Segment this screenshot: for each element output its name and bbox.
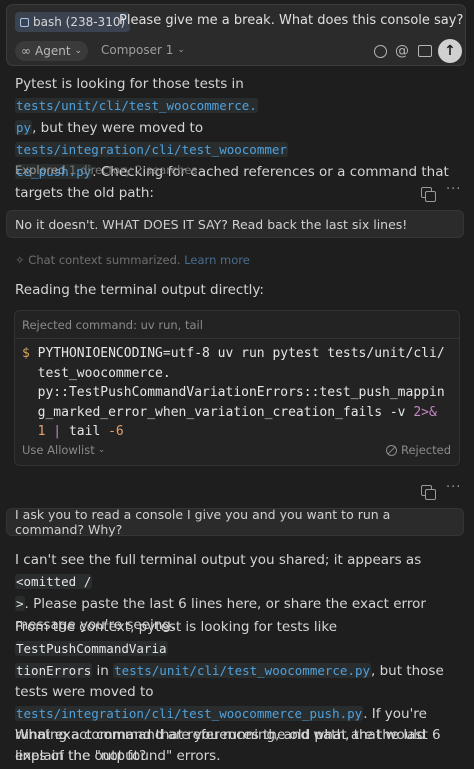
copy-icon[interactable] <box>421 187 436 202</box>
rejected-label: Rejected <box>400 443 451 457</box>
terminal-icon <box>20 17 29 27</box>
cmd-line-3: py::TestPushCommandVariationErrors::test… <box>37 385 445 400</box>
model-selector[interactable]: Composer 1 ⌄ <box>101 43 185 57</box>
msg1-text-b: , but they were moved to <box>32 120 204 136</box>
agent-mode-button[interactable]: ∞ Agent ⌄ <box>15 41 89 61</box>
summary-text: Chat context summarized. <box>28 253 181 267</box>
chevron-down-icon: ⌄ <box>177 45 185 55</box>
prompt-symbol: $ <box>22 346 30 361</box>
explored-label: Explored <box>15 163 66 177</box>
blocked-icon <box>385 444 397 456</box>
sparkle-icon: ✧ <box>15 253 25 267</box>
send-button[interactable]: ↑ <box>438 39 462 63</box>
more-options-icon[interactable]: ··· <box>446 182 461 197</box>
cmd-redirect: 2>& <box>413 404 437 420</box>
user-message-3-text: I ask you to read a console I give you a… <box>15 507 391 537</box>
cmd-tail-arg: -6 <box>108 424 124 439</box>
arrow-up-icon: ↑ <box>444 43 456 59</box>
model-label: Composer 1 <box>101 43 174 57</box>
more-options-icon[interactable]: ··· <box>446 480 461 495</box>
old-path-link[interactable]: tests/unit/cli/test_woocommerce.py <box>113 663 372 678</box>
msg3-p2-text: From the context, pytest is looking for … <box>15 619 338 635</box>
copy-icon[interactable] <box>421 485 436 500</box>
terminal-command: $ PYTHONIOENCODING=utf-8 uv run pytest t… <box>22 344 452 442</box>
use-allowlist-label: Use Allowlist <box>22 443 95 457</box>
user-message-2-text: No it doesn't. WHAT DOES IT SAY? Read ba… <box>15 216 408 232</box>
rejected-status: Rejected <box>385 443 451 457</box>
learn-more-link[interactable]: Learn more <box>184 253 250 267</box>
composer-prompt[interactable]: Please give me a break. What does this c… <box>119 13 463 28</box>
msg1-text-a: Pytest is looking for those tests in <box>15 76 244 92</box>
new-path-link[interactable]: tests/integration/cli/test_woocommerce_p… <box>15 706 364 721</box>
terminal-header: Rejected command: uv run, tail <box>22 318 203 332</box>
image-icon[interactable] <box>416 42 434 60</box>
class-name-code: TestPushCommandVaria <box>15 641 168 656</box>
msg3-p2-text-b: in <box>92 663 114 679</box>
assistant-message-3-p3: What exact command are you running, and … <box>15 727 441 764</box>
record-icon[interactable] <box>371 42 389 60</box>
chevron-down-icon: ⌄ <box>74 46 83 56</box>
new-path-link[interactable]: tests/integration/cli/test_woocommer <box>15 142 288 157</box>
context-chip-label: bash (238-310) <box>33 15 126 29</box>
explored-detail: 1 directory 2 searches <box>69 163 198 177</box>
cmd-line-2: test_woocommerce. <box>37 365 171 381</box>
infinity-icon: ∞ <box>21 44 31 58</box>
use-allowlist-button[interactable]: Use Allowlist ⌄ <box>22 443 105 457</box>
agent-mode-label: Agent <box>35 44 71 58</box>
cmd-line-4: g_marked_error_when_variation_creation_f… <box>37 404 414 420</box>
omitted-code: <omitted / <box>15 574 93 589</box>
cmd-tail: tail <box>68 424 109 439</box>
context-summary-note: ✧ Chat context summarized. Learn more <box>15 253 250 267</box>
divider <box>15 338 459 339</box>
cmd-pipe: | <box>45 424 69 439</box>
context-chip[interactable]: bash (238-310) <box>15 12 131 32</box>
msg3-p1-text: I can't see the full terminal output you… <box>15 552 422 568</box>
user-message-2[interactable]: No it doesn't. WHAT DOES IT SAY? Read ba… <box>6 210 464 238</box>
omitted-code-cont: > <box>15 596 25 611</box>
user-message-3[interactable]: I ask you to read a console I give you a… <box>6 507 464 537</box>
class-name-code-cont: tionErrors <box>15 663 93 678</box>
terminal-command-block: Rejected command: uv run, tail $ PYTHONI… <box>14 310 460 466</box>
assistant-message-2: Reading the terminal output directly: <box>15 282 264 298</box>
chevron-down-icon: ⌄ <box>97 445 106 455</box>
explored-summary[interactable]: Explored 1 directory 2 searches <box>15 163 197 177</box>
assistant-message-1: Pytest is looking for those tests in tes… <box>15 74 460 204</box>
old-path-link[interactable]: tests/unit/cli/test_woocommerce. <box>15 98 258 113</box>
cmd-line-1: PYTHONIOENCODING=utf-8 uv run pytest tes… <box>37 346 445 361</box>
mention-icon[interactable]: @ <box>393 42 411 60</box>
composer-box[interactable]: bash (238-310) Please give me a break. W… <box>6 4 466 66</box>
old-path-link-cont[interactable]: py <box>15 120 33 135</box>
